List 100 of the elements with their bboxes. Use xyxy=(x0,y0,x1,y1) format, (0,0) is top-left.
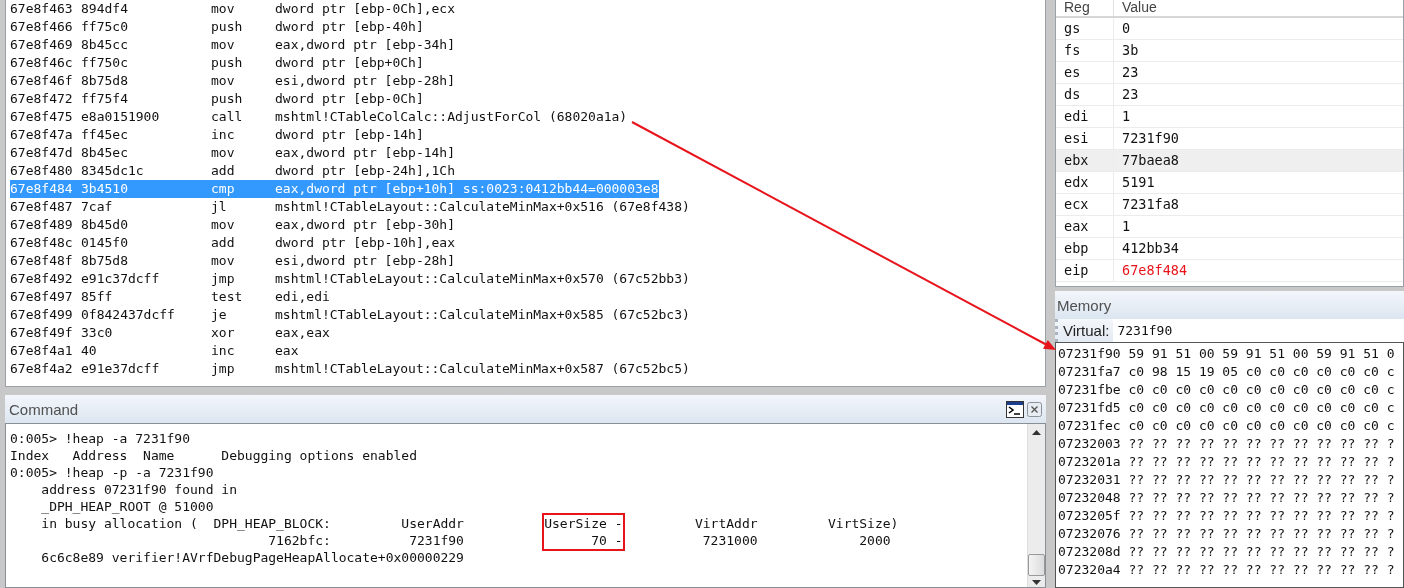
register-value: 77baea8 xyxy=(1121,151,1180,170)
address-text: 67e8f47d xyxy=(10,144,74,162)
register-row[interactable]: eip 67e8f484 xyxy=(1056,260,1403,282)
disassembly-row[interactable]: 67e8f480 8345dc1c add dword ptr [ebp-24h],1Ch xyxy=(10,162,455,180)
operands-text: dword ptr [ebp-24h],1Ch xyxy=(275,162,455,180)
address-text: 67e8f466 xyxy=(10,18,74,36)
operands-text: dword ptr [ebp-10h],eax xyxy=(275,234,455,252)
close-icon[interactable] xyxy=(1027,401,1042,417)
output-line: in busy allocation ( DPH_HEAP_BLOCK: UserAddr xyxy=(40,515,464,532)
disassembly-row[interactable]: 67e8f4a1 40 inc eax xyxy=(10,342,299,360)
memory-line: 07231fec c0 c0 c0 c0 c0 c0 c0 c0 c0 c0 c0 c xyxy=(1058,417,1396,435)
disassembly-row[interactable]: 67e8f48f 8b75d8 mov esi,dword ptr [ebp-28h] xyxy=(10,252,455,270)
register-name: ecx xyxy=(1056,194,1114,215)
operands-text: eax,dword ptr [ebp+10h] ss:0023:0412bb44=000003e8 xyxy=(275,180,659,198)
address-text: 67e8f489 xyxy=(10,216,74,234)
disassembly-row[interactable]: 67e8f466 ff75c0 push dword ptr [ebp-40h] xyxy=(10,18,424,36)
address-text: 67e8f46c xyxy=(10,54,74,72)
operands-text: eax,dword ptr [ebp-30h] xyxy=(275,216,455,234)
operands-text: eax,dword ptr [ebp-14h] xyxy=(275,144,455,162)
output-line: _DPH_HEAP_ROOT @ 51000 xyxy=(40,498,215,515)
opcode-bytes: 8345dc1c xyxy=(81,162,145,180)
register-row[interactable]: es 23 xyxy=(1056,62,1403,84)
memory-line: 0723201a ?? ?? ?? ?? ?? ?? ?? ?? ?? ?? ?? ? xyxy=(1058,453,1396,471)
memory-line: 07232003 ?? ?? ?? ?? ?? ?? ?? ?? ?? ?? ?? ? xyxy=(1058,435,1396,453)
operands-text: edi,edi xyxy=(275,288,330,306)
operands-text: esi,dword ptr [ebp-28h] xyxy=(275,252,455,270)
disassembly-row[interactable]: 67e8f489 8b45d0 mov eax,dword ptr [ebp-30h] xyxy=(10,216,455,234)
opcode-bytes: 8b75d8 xyxy=(81,252,129,270)
register-name: esi xyxy=(1056,128,1114,149)
opcode-bytes: 8b75d8 xyxy=(81,72,129,90)
mnemonic-text: push xyxy=(211,90,244,108)
register-row[interactable]: gs 0 xyxy=(1056,18,1403,40)
register-row[interactable]: fs 3b xyxy=(1056,40,1403,62)
opcode-bytes: 894df4 xyxy=(81,0,129,18)
scroll-down-icon[interactable] xyxy=(1032,580,1041,585)
address-text: 67e8f4a1 xyxy=(10,342,74,360)
operands-text: dword ptr [ebp-40h] xyxy=(275,18,424,36)
disassembly-row[interactable]: 67e8f46c ff750c push dword ptr [ebp+0Ch] xyxy=(10,54,424,72)
disassembly-row[interactable]: 67e8f46f 8b75d8 mov esi,dword ptr [ebp-28h] xyxy=(10,72,455,90)
operands-text: mshtml!CTableLayout::CalculateMinMax+0x516 (67e8f438) xyxy=(275,198,690,216)
operands-text: dword ptr [ebp-0Ch] xyxy=(275,90,424,108)
output-line: UserSize - xyxy=(544,515,623,532)
register-row[interactable]: eax 1 xyxy=(1056,216,1403,238)
disassembly-row[interactable]: 67e8f492 e91c37dcff jmp mshtml!CTableLayout::CalculateMinMax+0x570 (67c52bb3) xyxy=(10,270,690,288)
memory-line: 0723208d ?? ?? ?? ?? ?? ?? ?? ?? ?? ?? ?? ? xyxy=(1058,543,1396,561)
register-value: 412bb34 xyxy=(1121,239,1180,258)
address-text: 67e8f499 xyxy=(10,306,74,324)
register-value: 3b xyxy=(1121,41,1140,60)
mnemonic-text: call xyxy=(211,108,244,126)
disassembly-row[interactable]: 67e8f487 7caf jl mshtml!CTableLayout::CalculateMinMax+0x516 (67e8f438) xyxy=(10,198,690,216)
disassembly-row[interactable]: 67e8f497 85ff test edi,edi xyxy=(10,288,330,306)
output-line: Index Address Name Debugging options enabled xyxy=(10,447,418,464)
mnemonic-text: add xyxy=(211,234,236,252)
disassembly-row[interactable]: 67e8f469 8b45cc mov eax,dword ptr [ebp-34h] xyxy=(10,36,455,54)
register-row[interactable]: edx 5191 xyxy=(1056,172,1403,194)
register-row[interactable]: ds 23 xyxy=(1056,84,1403,106)
opcode-bytes: 3b4510 xyxy=(81,180,129,198)
address-text: 67e8f475 xyxy=(10,108,74,126)
operands-text: mshtml!CTableLayout::CalculateMinMax+0x585 (67c52bc3) xyxy=(275,306,690,324)
address-text: 67e8f47a xyxy=(10,126,74,144)
scrollbar[interactable] xyxy=(1027,424,1045,587)
register-value: 67e8f484 xyxy=(1121,261,1189,280)
register-name: es xyxy=(1056,62,1114,83)
register-value: 0 xyxy=(1121,19,1132,38)
opcode-bytes: 0145f0 xyxy=(81,234,129,252)
address-text: 67e8f487 xyxy=(10,198,74,216)
mnemonic-text: test xyxy=(211,288,244,306)
register-row[interactable]: ebp 412bb34 xyxy=(1056,238,1403,260)
register-row[interactable]: ebx 77baea8 xyxy=(1056,150,1403,172)
disassembly-row[interactable]: 67e8f47d 8b45ec mov eax,dword ptr [ebp-14h] xyxy=(10,144,455,162)
opcode-bytes: ff75c0 xyxy=(81,18,129,36)
register-row[interactable]: ecx 7231fa8 xyxy=(1056,194,1403,216)
mnemonic-text: inc xyxy=(211,126,236,144)
scrollbar-thumb[interactable] xyxy=(1028,554,1045,576)
disassembly-row[interactable]: 67e8f49f 33c0 xor eax,eax xyxy=(10,324,330,342)
console-icon[interactable] xyxy=(1006,400,1024,418)
disassembly-row[interactable]: 67e8f48c 0145f0 add dword ptr [ebp-10h],eax xyxy=(10,234,455,252)
operands-text: eax,dword ptr [ebp-34h] xyxy=(275,36,455,54)
memory-line: 07232031 ?? ?? ?? ?? ?? ?? ?? ?? ?? ?? ?? ? xyxy=(1058,471,1396,489)
disassembly-row[interactable]: 67e8f472 ff75f4 push dword ptr [ebp-0Ch] xyxy=(10,90,424,108)
address-text: 67e8f463 xyxy=(10,0,74,18)
scroll-up-icon[interactable] xyxy=(1032,430,1041,435)
disassembly-row[interactable]: 67e8f4a2 e91e37dcff jmp mshtml!CTableLayout::CalculateMinMax+0x587 (67c52bc5) xyxy=(10,360,690,378)
disassembly-row[interactable]: 67e8f463 894df4 mov dword ptr [ebp-0Ch],ecx xyxy=(10,0,455,18)
panel-title: Command xyxy=(9,400,79,418)
disassembly-row[interactable]: 67e8f475 e8a0151900 call mshtml!CTableColCalc::AdjustForCol (68020a1a) xyxy=(10,108,628,126)
register-name: fs xyxy=(1056,40,1114,61)
opcode-bytes: e8a0151900 xyxy=(81,108,161,126)
address-text: 67e8f49f xyxy=(10,324,74,342)
output-line: 6c6c8e89 verifier!AVrfDebugPageHeapAllocate+0x00000229 xyxy=(40,549,465,566)
address-field[interactable]: 7231f90 xyxy=(1113,319,1404,342)
register-row[interactable]: edi 1 xyxy=(1056,106,1403,128)
register-value: 7231f90 xyxy=(1121,129,1180,148)
address-text: 67e8f48c xyxy=(10,234,74,252)
disassembly-row[interactable]: 67e8f47a ff45ec inc dword ptr [ebp-14h] xyxy=(10,126,424,144)
opcode-bytes: 8b45cc xyxy=(81,36,129,54)
operands-text: dword ptr [ebp-14h] xyxy=(275,126,424,144)
operands-text: eax,eax xyxy=(275,324,330,342)
register-name: edx xyxy=(1056,172,1114,193)
disassembly-row[interactable]: 67e8f499 0f842437dcff je mshtml!CTableLayout::CalculateMinMax+0x585 (67c52bc3) xyxy=(10,306,690,324)
